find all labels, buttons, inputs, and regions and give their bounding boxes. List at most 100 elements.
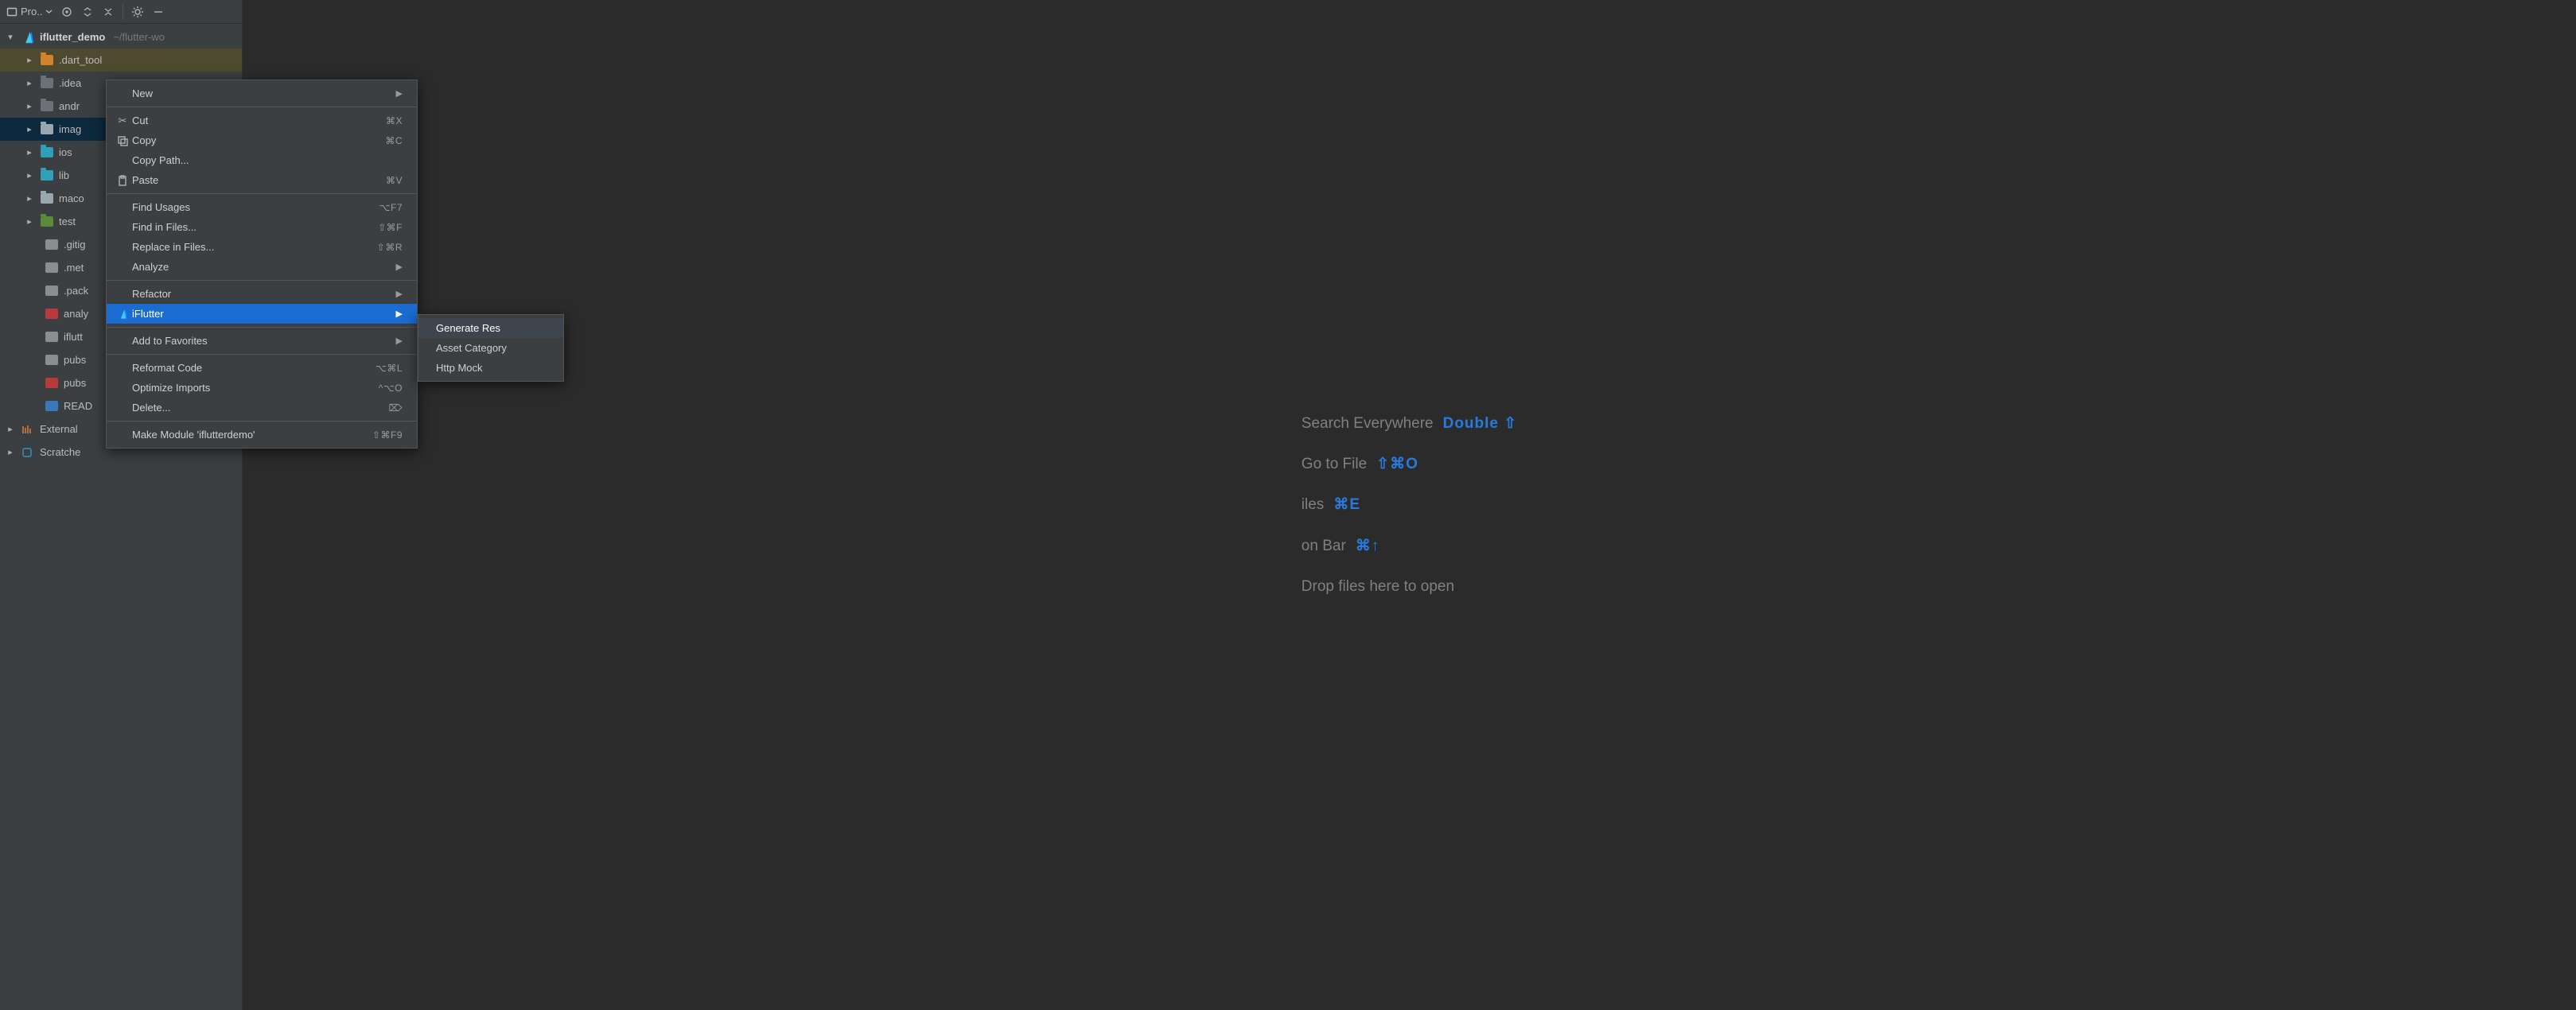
submenu-generate-res[interactable]: Generate Res [418,318,563,338]
submenu-arrow-icon: ▶ [396,289,403,299]
tree-label: .idea [59,77,81,89]
folder-icon [40,169,54,183]
toolwindow-title: Pro.. [21,6,42,17]
file-icon [45,353,59,367]
hide-button[interactable] [149,2,168,21]
hint-files: iles [1302,484,1325,525]
submenu-http-mock[interactable]: Http Mock [418,358,563,378]
chevron-right-icon: ▸ [24,216,35,227]
tree-label: .met [64,262,84,274]
hint-navbar: on Bar [1302,526,1346,566]
tree-label: iflutt [64,331,83,343]
project-icon [6,6,18,17]
file-icon [45,238,59,252]
tree-root[interactable]: ▾ iflutter_demo ~/flutter-wo [0,25,242,49]
kb-files: ⌘E [1333,484,1360,525]
tree-label: ios [59,146,72,158]
tree-label: External [40,423,78,435]
yaml-icon [45,376,59,390]
tree-label: test [59,216,76,227]
folder-icon [40,76,54,91]
submenu-arrow-icon: ▶ [396,336,403,346]
chevron-right-icon: ▸ [24,101,35,111]
ctx-paste[interactable]: Paste⌘V [107,170,417,190]
tree-label: pubs [64,377,86,389]
folder-icon [40,53,54,68]
kb-search: Double ⇧ [1443,403,1518,444]
tree-label: iflutter_demo [40,31,105,43]
tree-folder-dart-tool[interactable]: ▸ .dart_tool [0,49,242,72]
hint-gofile: Go to File [1302,444,1367,484]
ctx-cut[interactable]: ✂Cut⌘X [107,111,417,130]
chevron-right-icon: ▸ [24,55,35,65]
kb-gofile: ⇧⌘O [1376,444,1418,484]
tree-label: maco [59,192,84,204]
copy-icon [115,135,130,146]
editor-placeholder: Search Everywhere Double ⇧ Go to File ⇧⌘… [1302,403,1517,607]
folder-icon [40,192,54,206]
ctx-copy[interactable]: Copy⌘C [107,130,417,150]
file-icon [45,330,59,344]
paste-icon [115,175,130,186]
ctx-replace-in-files[interactable]: Replace in Files...⇧⌘R [107,237,417,257]
submenu-arrow-icon: ▶ [396,88,403,99]
chevron-right-icon: ▸ [24,124,35,134]
expand-icon [81,6,94,18]
tree-label: Scratche [40,446,80,458]
flutter-icon [21,30,35,45]
tree-label: andr [59,100,80,112]
submenu-arrow-icon: ▶ [396,262,403,272]
target-icon [60,6,73,18]
folder-icon [40,146,54,160]
toolwindow-selector[interactable]: Pro.. [3,6,56,17]
submenu-asset-category[interactable]: Asset Category [418,338,563,358]
locate-button[interactable] [57,2,76,21]
context-menu: New▶ ✂Cut⌘X Copy⌘C Copy Path... Paste⌘V … [106,80,418,449]
file-icon [45,261,59,275]
markdown-icon [45,399,59,414]
ctx-find-in-files[interactable]: Find in Files...⇧⌘F [107,217,417,237]
scratches-icon [21,445,35,460]
chevron-right-icon: ▸ [24,170,35,181]
tree-sublabel: ~/flutter-wo [113,31,165,43]
ctx-separator [107,354,417,355]
yaml-icon [45,307,59,321]
project-toolbar: Pro.. [0,0,242,24]
gear-icon [131,6,144,18]
ctx-separator [107,327,417,328]
ctx-favorites[interactable]: Add to Favorites▶ [107,331,417,351]
ctx-reformat[interactable]: Reformat Code⌥⌘L [107,358,417,378]
flutter-icon [115,309,130,320]
ctx-optimize[interactable]: Optimize Imports^⌥O [107,378,417,398]
cut-icon: ✂ [115,115,130,127]
tree-label: analy [64,308,88,320]
ctx-new[interactable]: New▶ [107,84,417,103]
expand-all-button[interactable] [78,2,97,21]
ctx-copy-path[interactable]: Copy Path... [107,150,417,170]
ctx-separator [107,193,417,194]
minimize-icon [152,6,165,18]
ctx-iflutter[interactable]: iFlutter▶ [107,304,417,324]
ctx-delete[interactable]: Delete...⌦ [107,398,417,418]
tree-label: imag [59,123,81,135]
ctx-find-usages[interactable]: Find Usages⌥F7 [107,197,417,217]
settings-button[interactable] [128,2,147,21]
tree-label: .pack [64,285,88,297]
collapse-all-button[interactable] [99,2,118,21]
file-icon [45,284,59,298]
tree-label: lib [59,169,69,181]
folder-icon [40,215,54,229]
chevron-right-icon: ▸ [24,193,35,204]
kb-navbar: ⌘↑ [1356,526,1380,566]
library-icon [21,422,35,437]
chevron-right-icon: ▸ [24,78,35,88]
folder-icon [40,99,54,114]
tree-label: READ [64,400,92,412]
ctx-refactor[interactable]: Refactor▶ [107,284,417,304]
chevron-down-icon [45,8,53,15]
ctx-analyze[interactable]: Analyze▶ [107,257,417,277]
ctx-make-module[interactable]: Make Module 'iflutterdemo'⇧⌘F9 [107,425,417,445]
tree-label: .dart_tool [59,54,102,66]
collapse-icon [102,6,115,18]
chevron-right-icon: ▸ [5,447,16,457]
